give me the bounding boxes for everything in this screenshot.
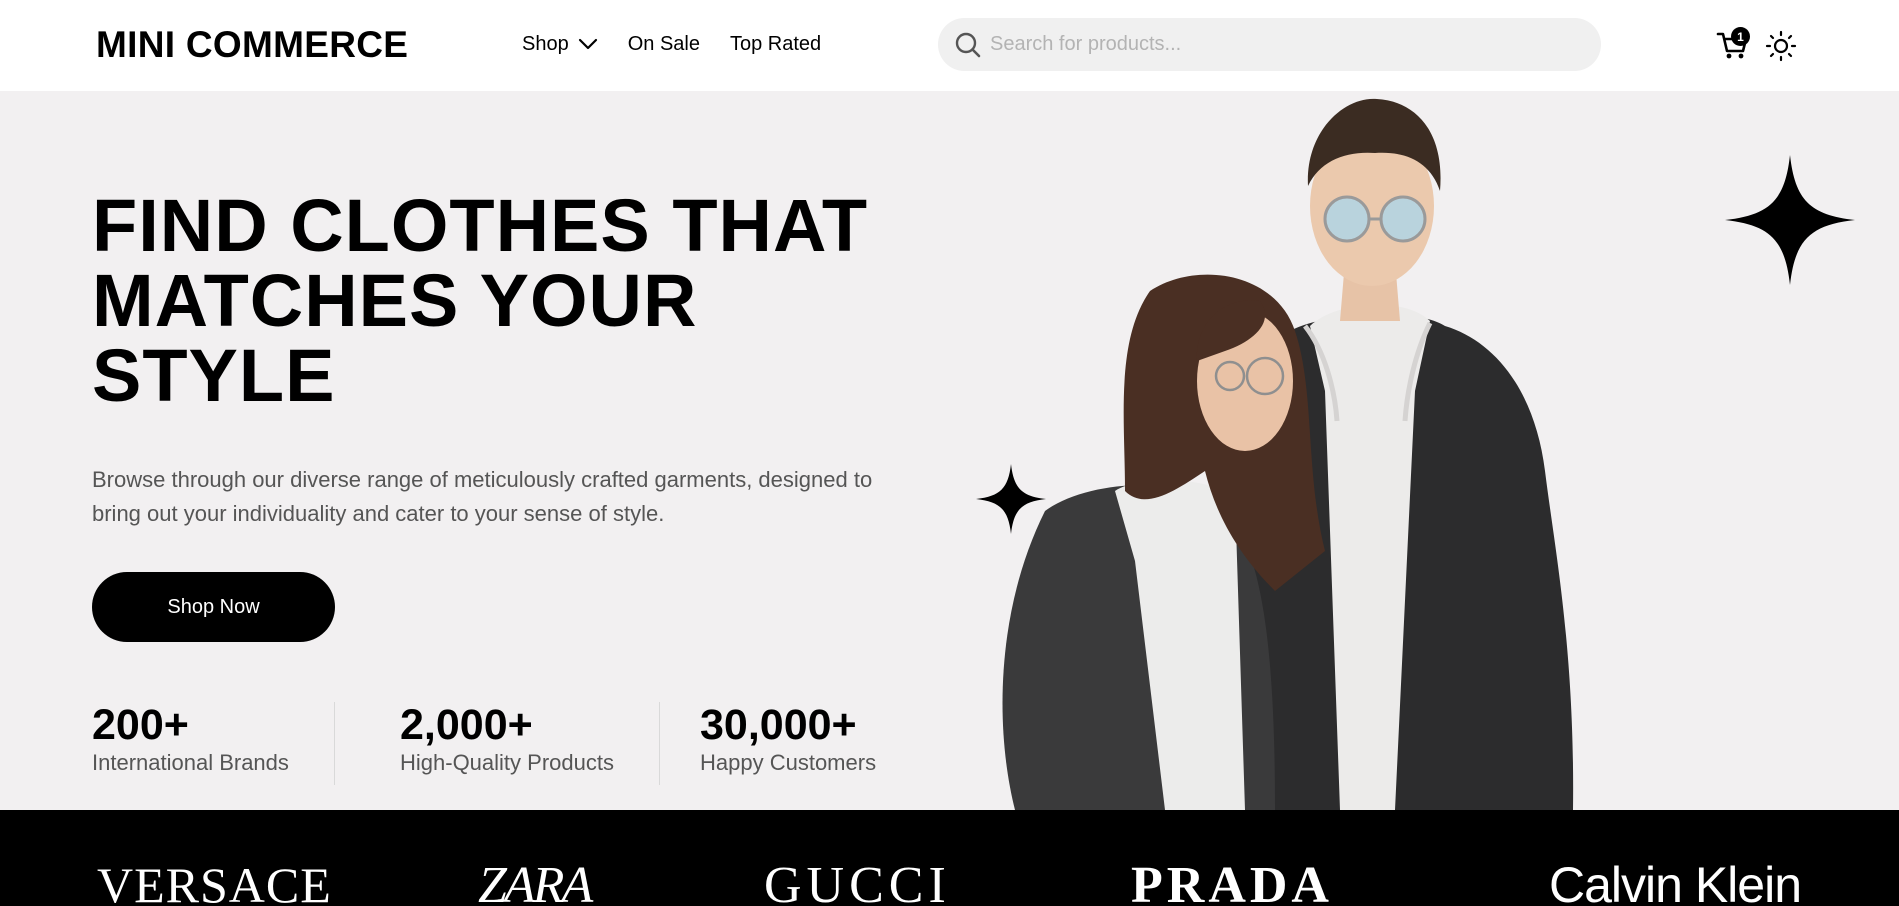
stat-value: 30,000+ <box>700 701 857 749</box>
stat-customers: 30,000+ Happy Customers <box>700 702 876 776</box>
stat-value: 200+ <box>92 701 189 749</box>
hero-description: Browse through our diverse range of meti… <box>92 467 873 526</box>
brand-logo-gucci[interactable]: GUCCI <box>764 860 951 906</box>
brand-logo-versace[interactable]: VERSACE <box>97 860 332 906</box>
stat-products: 2,000+ High-Quality Products <box>400 702 614 776</box>
nav-shop-label: Shop <box>522 32 569 55</box>
sparkle-icon <box>976 464 1046 534</box>
stat-brands: 200+ International Brands <box>92 702 289 776</box>
cart-button[interactable]: 1 <box>1716 27 1750 61</box>
hero-models-image <box>1002 98 1574 810</box>
search-icon <box>955 32 981 57</box>
nav-on-sale[interactable]: On Sale <box>628 33 700 56</box>
sun-icon <box>1765 30 1797 62</box>
stat-label: Happy Customers <box>700 750 877 775</box>
search-bar <box>938 18 1601 71</box>
brands-band: VERSACE ZARA GUCCI PRADA Calvin Klein <box>0 810 1899 906</box>
nav-top-rated[interactable]: Top Rated <box>730 33 821 56</box>
sparkle-icon <box>1725 155 1855 285</box>
brand-logo-calvin-klein[interactable]: Calvin Klein <box>1549 860 1802 906</box>
site-logo[interactable]: MINI COMMERCE <box>96 24 408 66</box>
brand-logo-zara[interactable]: ZARA <box>478 860 593 906</box>
stat-value: 2,000+ <box>400 701 533 749</box>
theme-toggle[interactable] <box>1765 30 1797 62</box>
stat-label: International Brands <box>92 750 289 775</box>
brand-logo-prada[interactable]: PRADA <box>1131 860 1333 906</box>
shop-now-button[interactable]: Shop Now <box>92 572 335 642</box>
main-nav: Shop On Sale Top Rated <box>522 31 821 57</box>
search-input[interactable] <box>990 33 1590 56</box>
stat-label: High-Quality Products <box>400 750 614 775</box>
nav-shop-menu[interactable]: Shop <box>522 33 598 56</box>
cart-count-badge: 1 <box>1731 27 1750 46</box>
chevron-down-icon <box>578 38 597 50</box>
site-header: MINI COMMERCE Shop On Sale Top Rated 1 <box>0 0 1899 91</box>
hero-section: FIND CLOTHES THAT MATCHES YOUR STYLE Bro… <box>0 91 1899 810</box>
hero-title: FIND CLOTHES THAT MATCHES YOUR STYLE <box>92 184 869 417</box>
stat-divider <box>334 702 335 785</box>
stat-divider <box>659 702 660 785</box>
